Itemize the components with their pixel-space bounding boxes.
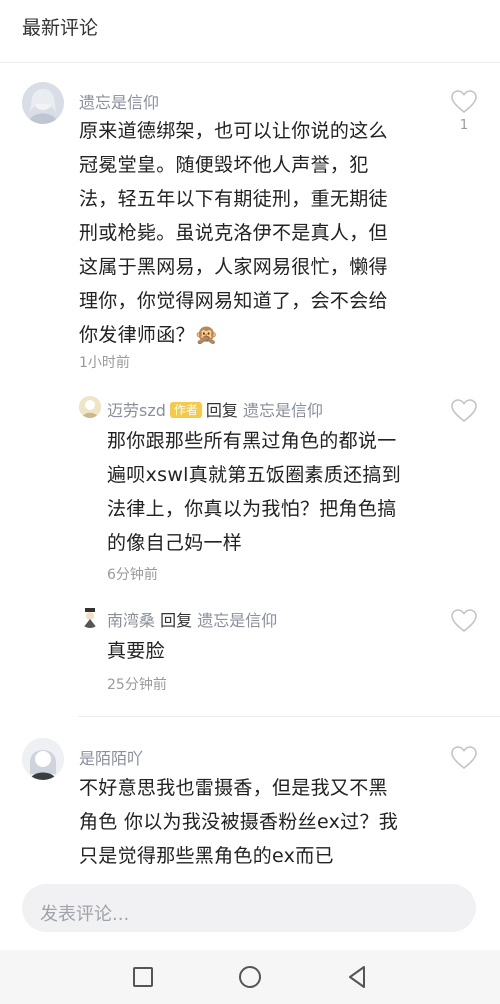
comment-line: 法，轻五年以下有期徒刑，重无期徒 <box>79 188 388 210</box>
comment-line: 原来道德绑架，也可以让你说的这么 <box>79 120 388 142</box>
comment-line: 只是觉得那些黑角色的ex而已 <box>79 845 334 867</box>
avatar[interactable] <box>22 738 64 780</box>
comments-header: 最新评论 <box>0 0 500 52</box>
reply-line: 的像自己妈一样 <box>107 532 243 554</box>
comment-time: 1小时前 <box>79 355 130 371</box>
reply-username[interactable]: 迈劳szd <box>107 401 166 420</box>
comment-username[interactable]: 是陌陌吖 <box>79 745 143 769</box>
like-heart-icon[interactable] <box>451 90 477 114</box>
like-heart-icon[interactable] <box>451 609 477 633</box>
comment-composer: 发表评论... <box>0 872 500 950</box>
like-heart-icon[interactable] <box>451 746 477 770</box>
reply-text: 真要脸 <box>107 634 447 668</box>
comment-line: 冠冕堂皇。随便毁坏他人声誉，犯 <box>79 154 369 176</box>
thread-divider <box>78 716 500 717</box>
avatar[interactable] <box>79 396 101 418</box>
header-divider <box>0 62 500 63</box>
comment-line: 你发律师函？🙊 <box>79 324 219 346</box>
avatar[interactable] <box>22 82 64 124</box>
like-count: 1 <box>459 118 469 133</box>
comment-line: 理你，你觉得网易知道了，会不会给 <box>79 290 388 312</box>
reply-username[interactable]: 南湾桑 <box>107 611 155 630</box>
reply-line: 真要脸 <box>107 640 165 662</box>
reply-time: 6分钟前 <box>107 567 158 583</box>
reply-line: 遍呗xswl真就第五饭圈素质还搞到 <box>107 464 402 486</box>
comment-text: 不好意思我也雷摄香，但是我又不黑 角色 你以为我没被摄香粉丝ex过？我 只是觉得… <box>79 771 459 873</box>
reply-line: 那你跟那些所有黑过角色的都说一 <box>107 430 397 452</box>
circle-icon[interactable] <box>235 962 265 992</box>
comment-line: 刑或枪毙。虽说克洛伊不是真人，但 <box>79 222 388 244</box>
square-icon[interactable] <box>128 962 158 992</box>
comment-line: 不好意思我也雷摄香，但是我又不黑 <box>79 777 388 799</box>
reply-label: 回复 <box>205 401 238 420</box>
reply-time: 25分钟前 <box>107 677 167 693</box>
reply-target[interactable]: 遗忘是信仰 <box>243 401 323 420</box>
reply-line: 法律上，你真以为我怕？把角色搞 <box>107 498 397 520</box>
avatar[interactable] <box>79 606 101 628</box>
like-heart-icon[interactable] <box>451 399 477 423</box>
author-badge: 作者 <box>169 402 202 418</box>
comment-input-placeholder[interactable]: 发表评论... <box>40 900 129 926</box>
reply-header: 南湾桑 回复 遗忘是信仰 <box>107 607 277 631</box>
comment-line: 角色 你以为我没被摄香粉丝ex过？我 <box>79 811 399 833</box>
reply-text: 那你跟那些所有黑过角色的都说一 遍呗xswl真就第五饭圈素质还搞到 法律上，你真… <box>107 424 447 560</box>
reply-target[interactable]: 遗忘是信仰 <box>197 611 277 630</box>
system-nav-bar <box>0 950 500 1004</box>
triangle-back-icon[interactable] <box>342 962 372 992</box>
reply-label: 回复 <box>160 611 193 630</box>
comment-text: 原来道德绑架，也可以让你说的这么 冠冕堂皇。随便毁坏他人声誉，犯 法，轻五年以下… <box>79 114 449 352</box>
comment-line: 这属于黑网易，人家网易很忙，懒得 <box>79 256 388 278</box>
page-title: 最新评论 <box>22 17 99 39</box>
comment-username[interactable]: 遗忘是信仰 <box>79 89 159 113</box>
reply-header: 迈劳szd 作者 回复 遗忘是信仰 <box>107 397 323 421</box>
